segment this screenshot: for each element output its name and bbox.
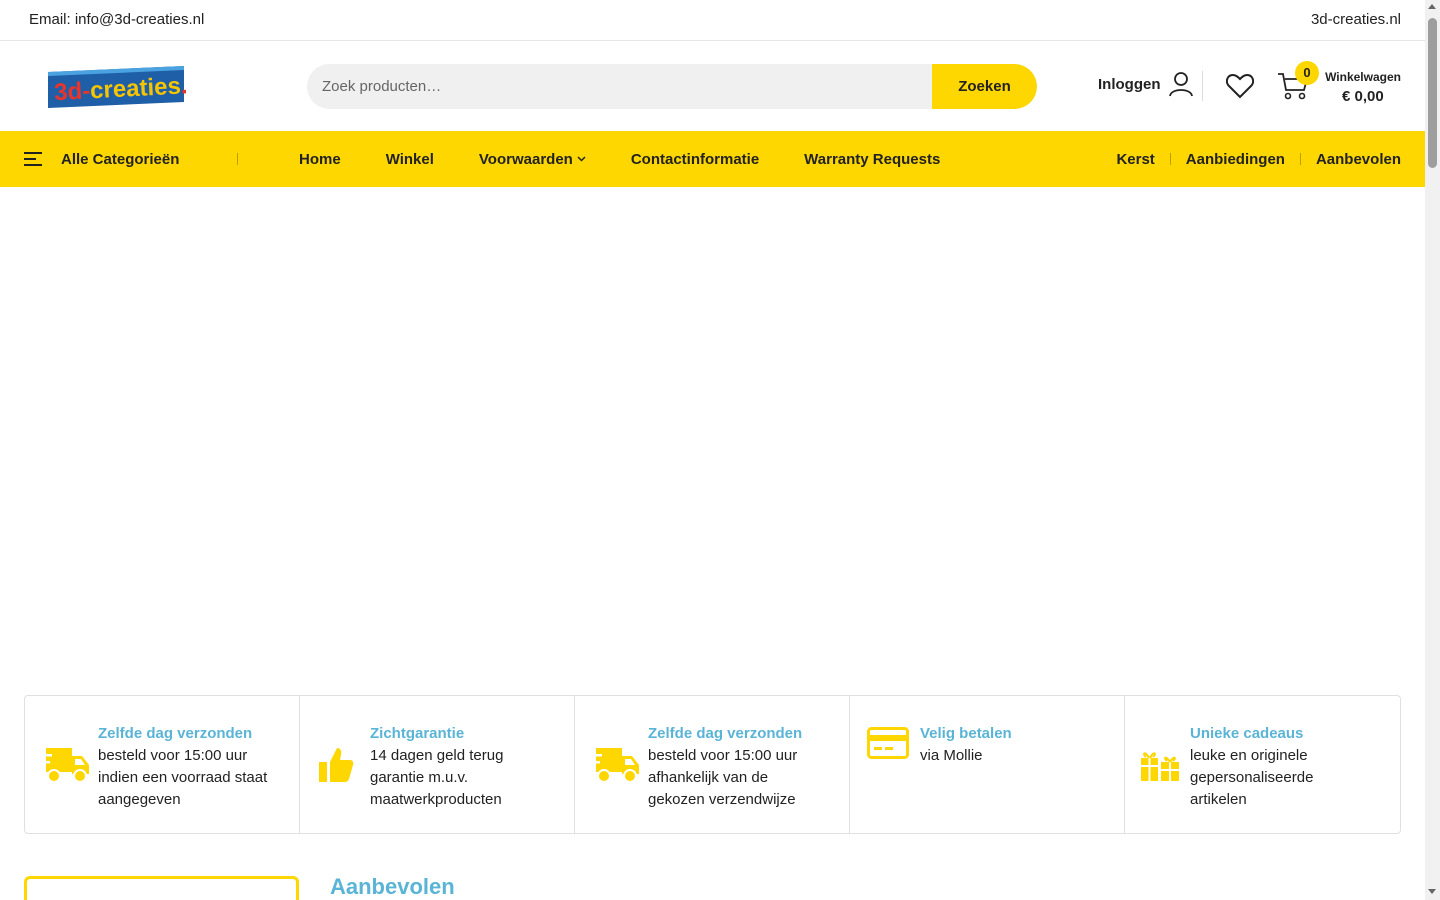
all-categories-label: Alle Categorieën xyxy=(61,150,180,168)
feature-text: Velig betalen via Mollie xyxy=(920,723,1012,767)
nav-winkel[interactable]: Winkel xyxy=(386,151,434,168)
nav-warranty-requests[interactable]: Warranty Requests xyxy=(804,151,940,168)
feature-line: leuke en originele xyxy=(1190,747,1308,764)
nav-aanbiedingen[interactable]: Aanbiedingen xyxy=(1186,151,1285,168)
search-bar: Zoeken xyxy=(307,64,1037,109)
nav-separator xyxy=(1299,153,1301,165)
feature-line: via Mollie xyxy=(920,747,983,764)
feature-line: gekozen verzendwijze xyxy=(648,791,796,808)
feature-title: Unieke cadeaus xyxy=(1190,725,1304,742)
feature-line: besteld voor 15:00 uur xyxy=(648,747,798,764)
delivery-truck-icon xyxy=(590,748,639,783)
feature-text: Zichtgarantie 14 dagen geld terug garant… xyxy=(370,723,503,811)
cart-total[interactable]: € 0,00 xyxy=(1342,88,1384,105)
user-icon xyxy=(1168,72,1193,97)
feature-title: Velig betalen xyxy=(920,725,1012,742)
feature-item: Velig betalen via Mollie xyxy=(850,696,1125,833)
feature-line: besteld voor 15:00 uur xyxy=(98,747,248,764)
feature-line: maatwerkproducten xyxy=(370,791,502,808)
feature-line: garantie m.u.v. xyxy=(370,769,469,786)
nav-contactinformatie[interactable]: Contactinformatie xyxy=(631,151,759,168)
header: 3d-creaties.nl Zoeken Inloggen 0 Winkelw… xyxy=(0,41,1425,131)
nav-voorwaarden[interactable]: Voorwaarden xyxy=(479,151,586,168)
feature-line: artikelen xyxy=(1190,791,1247,808)
header-divider xyxy=(1202,71,1203,101)
feature-text: Unieke cadeaus leuke en originele gepers… xyxy=(1190,723,1313,811)
feature-item: Unieke cadeaus leuke en originele gepers… xyxy=(1125,696,1400,833)
nav-separator xyxy=(1169,153,1171,165)
section-title: Aanbevolen xyxy=(330,874,455,899)
heart-icon[interactable] xyxy=(1226,73,1254,99)
top-bar: Email: info@3d-creaties.nl 3d-creaties.n… xyxy=(0,0,1425,41)
site-logo[interactable]: 3d-creaties.nl xyxy=(46,64,186,110)
credit-card-icon xyxy=(867,727,909,759)
scrollbar-thumb[interactable] xyxy=(1428,18,1437,168)
feature-item: Zelfde dag verzonden besteld voor 15:00 … xyxy=(25,696,300,833)
feature-text: Zelfde dag verzonden besteld voor 15:00 … xyxy=(98,723,267,811)
chevron-down-icon xyxy=(577,156,586,162)
feature-item: Zichtgarantie 14 dagen geld terug garant… xyxy=(300,696,575,833)
contact-email[interactable]: Email: info@3d-creaties.nl xyxy=(29,11,204,28)
main-navbar: Alle Categorieën Home Winkel Voorwaarden… xyxy=(0,131,1425,187)
cart-count-badge: 0 xyxy=(1295,61,1319,85)
sidebar-box xyxy=(24,876,299,900)
search-button[interactable]: Zoeken xyxy=(932,64,1037,109)
login-label: Inloggen xyxy=(1098,75,1161,93)
feature-title: Zelfde dag verzonden xyxy=(98,725,253,742)
search-input[interactable] xyxy=(307,64,932,109)
site-name[interactable]: 3d-creaties.nl xyxy=(1311,11,1401,28)
login-link[interactable]: Inloggen xyxy=(1098,71,1193,97)
features-strip: Zelfde dag verzonden besteld voor 15:00 … xyxy=(24,695,1401,834)
feature-line: afhankelijk van de xyxy=(648,769,769,786)
thumbs-up-icon xyxy=(319,748,354,782)
nav-home[interactable]: Home xyxy=(299,151,341,168)
feature-line: indien een voorraad staat xyxy=(98,769,268,786)
scrollbar[interactable] xyxy=(1425,0,1440,900)
scroll-down-arrow[interactable] xyxy=(1428,889,1436,894)
feature-item: Zelfde dag verzonden besteld voor 15:00 … xyxy=(575,696,850,833)
feature-title: Zelfde dag verzonden xyxy=(648,725,803,742)
nav-divider xyxy=(237,153,238,165)
scroll-up-arrow[interactable] xyxy=(1428,4,1436,9)
feature-line: 14 dagen geld terug xyxy=(370,747,504,764)
feature-line: gepersonaliseerde xyxy=(1190,769,1314,786)
gift-icon xyxy=(1141,752,1179,781)
all-categories-toggle[interactable]: Alle Categorieën xyxy=(24,131,179,187)
cart-label[interactable]: Winkelwagen xyxy=(1325,70,1401,84)
delivery-truck-icon xyxy=(40,748,89,783)
feature-line: aangegeven xyxy=(98,791,181,808)
secondary-menu: Kerst Aanbiedingen Aanbevolen xyxy=(1116,131,1401,187)
nav-kerst[interactable]: Kerst xyxy=(1116,151,1154,168)
nav-voorwaarden-label: Voorwaarden xyxy=(478,150,573,168)
nav-aanbevolen[interactable]: Aanbevolen xyxy=(1316,151,1401,168)
menu-icon xyxy=(24,152,42,166)
primary-menu: Home Winkel Voorwaarden Contactinformati… xyxy=(299,131,985,187)
feature-text: Zelfde dag verzonden besteld voor 15:00 … xyxy=(648,723,802,811)
feature-title: Zichtgarantie xyxy=(370,725,465,742)
